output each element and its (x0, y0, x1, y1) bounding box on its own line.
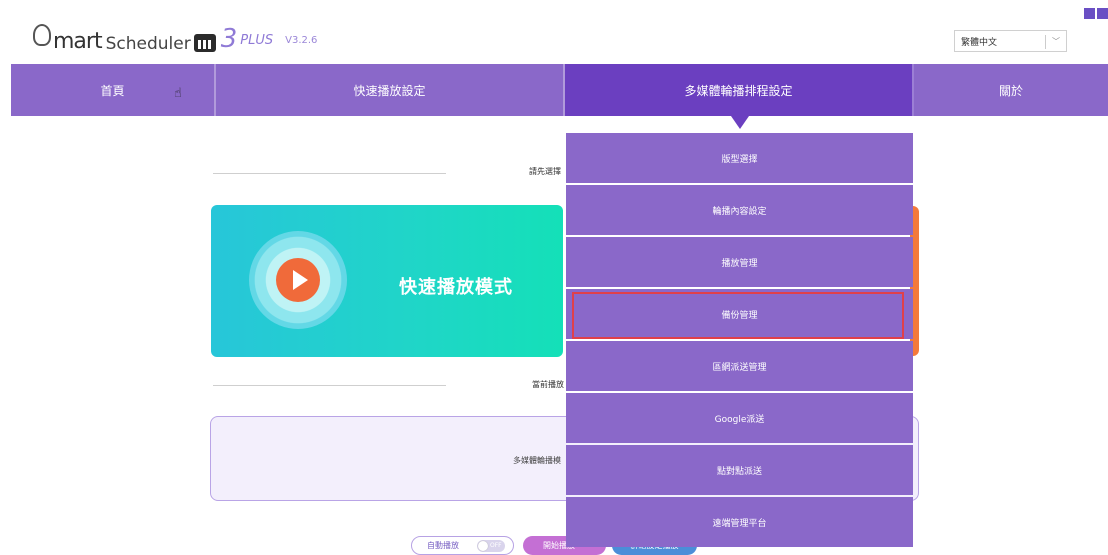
nav-multimedia-label: 多媒體輪播排程設定 (684, 83, 793, 98)
language-selected: 繁體中文 (961, 37, 998, 48)
action-buttons: 自動播放 OFF 開始播放 群組設定播放 (0, 536, 1108, 555)
menu-item-carousel-content[interactable]: 輪播內容設定 (566, 185, 913, 235)
app-logo: mart Scheduler 3 PLUS V3.2.6 (33, 20, 317, 54)
fast-mode-label: 快速播放模式 (399, 277, 513, 298)
menu-item-label: 播放管理 (721, 258, 758, 269)
current-play-label: 當前播放 (532, 380, 564, 389)
auto-play-switch[interactable]: OFF (477, 540, 505, 552)
fast-play-mode-card[interactable]: 快速播放模式 (211, 205, 563, 357)
auto-play-toggle-button[interactable]: 自動播放 OFF (411, 536, 514, 555)
calendar-icon (193, 34, 216, 52)
menu-item-google-distribution[interactable]: Google派送 (566, 393, 913, 443)
select-divider (1045, 35, 1046, 49)
window-controls (1084, 8, 1108, 19)
active-nav-pointer (731, 116, 749, 129)
menu-item-p2p-distribution[interactable]: 點對點派送 (566, 445, 913, 495)
menu-item-label: 備份管理 (721, 310, 758, 321)
divider-line (213, 173, 446, 174)
nav-fast-play-settings[interactable]: 快速播放設定 (216, 64, 565, 116)
menu-item-remote-platform[interactable]: 遠端管理平台 (566, 497, 913, 547)
menu-item-label: Google派送 (714, 414, 765, 425)
logo-edition: PLUS (240, 33, 274, 48)
select-prompt: 請先選擇 (529, 167, 561, 176)
nav-about-label: 關於 (998, 83, 1023, 98)
maximize-icon[interactable] (1097, 8, 1108, 19)
bulb-icon (33, 24, 51, 46)
minimize-icon[interactable] (1084, 8, 1095, 19)
menu-item-backup-management[interactable]: 備份管理 (566, 289, 913, 339)
divider-line (213, 385, 446, 386)
menu-item-playback-management[interactable]: 播放管理 (566, 237, 913, 287)
nav-fast-play-label: 快速播放設定 (353, 83, 426, 98)
menu-item-label: 版型選擇 (721, 154, 758, 165)
menu-item-label: 區網派送管理 (712, 362, 767, 373)
logo-version-number: 3 (220, 24, 238, 54)
hand-cursor-icon: ☝ (174, 86, 182, 101)
auto-play-label: 自動播放 (427, 541, 459, 550)
app-window: mart Scheduler 3 PLUS V3.2.6 繁體中文 ﹀ 首頁 快… (0, 0, 1108, 555)
nav-home[interactable]: 首頁 (11, 64, 216, 116)
nav-multimedia-schedule[interactable]: 多媒體輪播排程設定 (565, 64, 914, 116)
version-label: V3.2.6 (285, 35, 318, 46)
logo-word-smart: mart (53, 29, 103, 54)
language-select[interactable]: 繁體中文 ﹀ (954, 30, 1067, 52)
menu-item-label: 遠端管理平台 (712, 518, 767, 529)
chevron-down-icon: ﹀ (1052, 37, 1060, 46)
play-ring (249, 231, 347, 329)
multimedia-dropdown-menu: 版型選擇 輪播內容設定 播放管理 備份管理 區網派送管理 Google派送 點對… (566, 133, 913, 549)
menu-item-template-select[interactable]: 版型選擇 (566, 133, 913, 183)
nav-home-label: 首頁 (100, 83, 125, 98)
menu-item-label: 點對點派送 (716, 466, 762, 477)
play-icon (276, 258, 320, 302)
current-play-mode-text: 多媒體輪播模 (513, 456, 561, 465)
menu-item-label: 輪播內容設定 (712, 206, 767, 217)
toggle-state: OFF (490, 542, 502, 549)
logo-word-scheduler: Scheduler (105, 34, 191, 54)
menu-item-lan-distribution[interactable]: 區網派送管理 (566, 341, 913, 391)
nav-about[interactable]: 關於 (914, 64, 1108, 116)
